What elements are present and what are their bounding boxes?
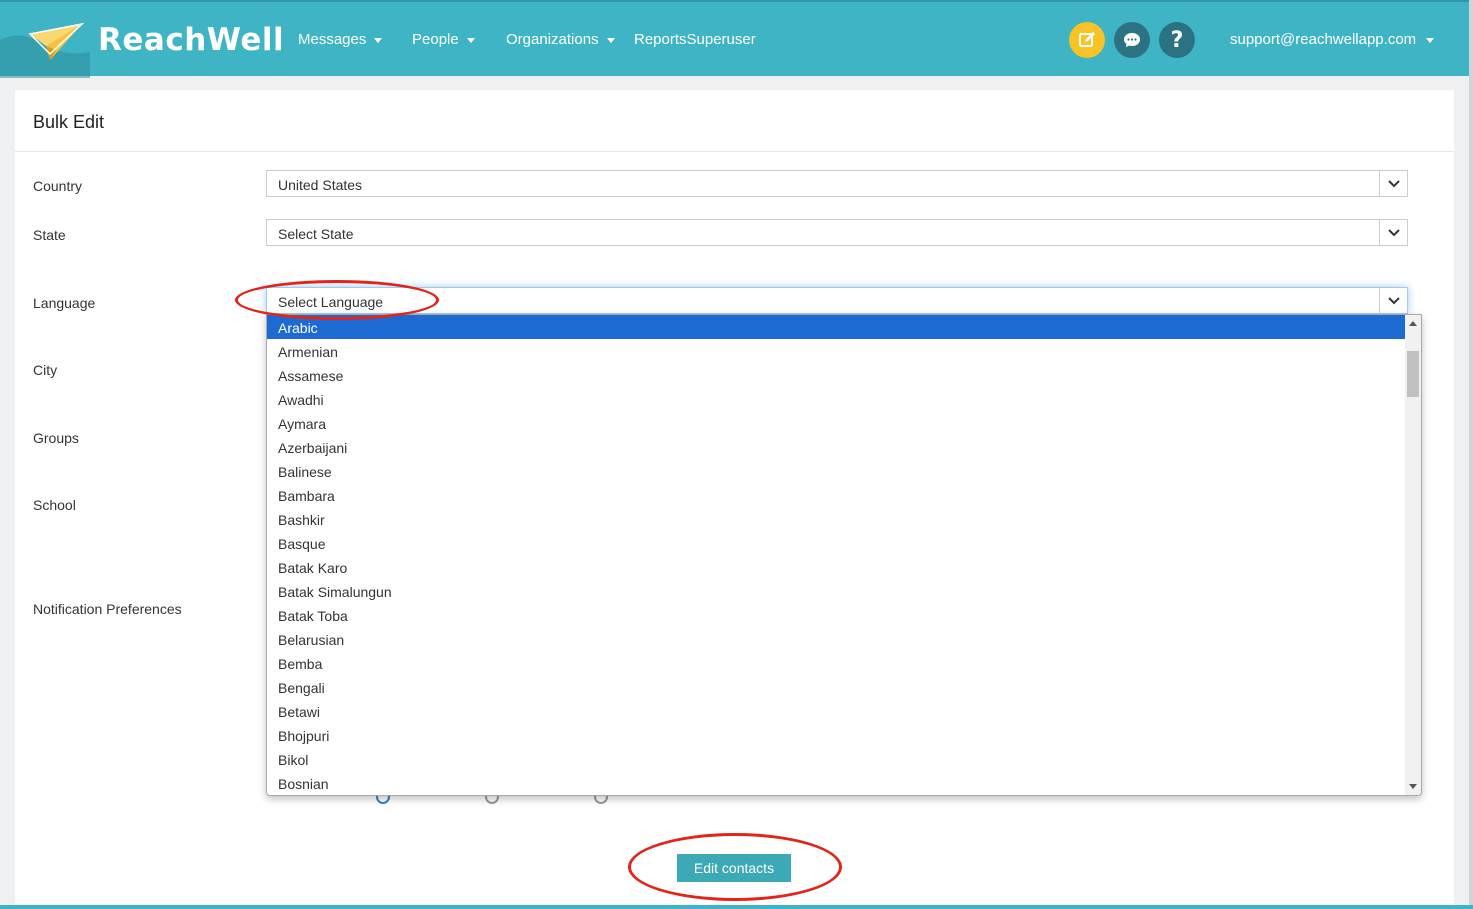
chevron-down-icon bbox=[374, 37, 383, 43]
language-option[interactable]: Assamese bbox=[267, 363, 1405, 387]
language-option[interactable]: Aymara bbox=[267, 411, 1405, 435]
user-menu[interactable]: support@reachwellapp.com bbox=[1230, 31, 1435, 48]
scroll-down-arrow-icon[interactable] bbox=[1409, 784, 1417, 789]
chevron-down-icon bbox=[1379, 288, 1407, 313]
groups-label: Groups bbox=[33, 430, 79, 446]
language-option[interactable]: Balinese bbox=[267, 459, 1405, 483]
window-edge bbox=[1469, 0, 1473, 909]
chat-button[interactable] bbox=[1114, 22, 1150, 58]
nav-messages[interactable]: Messages bbox=[298, 31, 383, 48]
language-option[interactable]: Bemba bbox=[267, 651, 1405, 675]
chevron-down-icon bbox=[1379, 220, 1407, 245]
nav-reports-superuser[interactable]: ReportsSuperuser bbox=[634, 31, 756, 48]
state-select[interactable]: Select State bbox=[266, 219, 1408, 246]
user-email: support@reachwellapp.com bbox=[1230, 31, 1417, 48]
scroll-up-arrow-icon[interactable] bbox=[1409, 321, 1417, 326]
chevron-down-icon bbox=[1379, 171, 1407, 196]
chevron-down-icon bbox=[606, 37, 615, 43]
country-label: Country bbox=[33, 178, 83, 194]
country-select-value: United States bbox=[278, 177, 363, 193]
language-option[interactable]: Awadhi bbox=[267, 387, 1405, 411]
nav-organizations-label: Organizations bbox=[506, 31, 599, 48]
language-option[interactable]: Bosnian bbox=[267, 771, 1405, 795]
annotation-ellipse bbox=[628, 833, 842, 901]
window-bottom-edge bbox=[0, 905, 1473, 909]
chat-icon bbox=[1124, 33, 1140, 47]
language-option[interactable]: Betawi bbox=[267, 699, 1405, 723]
brand-name: ReachWell bbox=[98, 22, 285, 58]
language-option[interactable]: Basque bbox=[267, 531, 1405, 555]
language-option[interactable]: Bhojpuri bbox=[267, 723, 1405, 747]
chevron-down-icon bbox=[466, 37, 475, 43]
language-option[interactable]: Batak Karo bbox=[267, 555, 1405, 579]
language-option[interactable]: Azerbaijani bbox=[267, 435, 1405, 459]
notification-preferences-label: Notification Preferences bbox=[33, 601, 182, 617]
logo[interactable]: ReachWell bbox=[0, 2, 284, 78]
language-option[interactable]: Belarusian bbox=[267, 627, 1405, 651]
nav-people-label: People bbox=[412, 31, 459, 48]
language-option[interactable]: Batak Simalungun bbox=[267, 579, 1405, 603]
help-button[interactable]: ? bbox=[1159, 22, 1195, 58]
compose-icon bbox=[1079, 32, 1095, 47]
language-option[interactable]: Armenian bbox=[267, 339, 1405, 363]
nav-messages-label: Messages bbox=[298, 31, 367, 48]
language-option[interactable]: Bashkir bbox=[267, 507, 1405, 531]
dropdown-scrollbar[interactable] bbox=[1405, 315, 1421, 795]
divider bbox=[15, 151, 1454, 152]
page-title: Bulk Edit bbox=[33, 112, 105, 132]
city-label: City bbox=[33, 362, 58, 378]
annotation-ellipse bbox=[235, 280, 439, 320]
nav-people[interactable]: People bbox=[412, 31, 475, 48]
language-label: Language bbox=[33, 295, 96, 311]
state-label: State bbox=[33, 227, 66, 243]
compose-button[interactable] bbox=[1069, 22, 1105, 58]
top-nav-bar: ReachWell Messages People Organizations … bbox=[0, 0, 1473, 78]
language-option[interactable]: Bikol bbox=[267, 747, 1405, 771]
language-option[interactable]: Batak Toba bbox=[267, 603, 1405, 627]
chevron-down-icon bbox=[1426, 37, 1435, 43]
state-select-value: Select State bbox=[278, 226, 354, 242]
language-option[interactable]: Bengali bbox=[267, 675, 1405, 699]
nav-reports-label: ReportsSuperuser bbox=[634, 31, 756, 48]
nav-organizations[interactable]: Organizations bbox=[506, 31, 615, 48]
help-icon: ? bbox=[1170, 27, 1184, 53]
language-option[interactable]: Bambara bbox=[267, 483, 1405, 507]
school-label: School bbox=[33, 497, 76, 513]
language-dropdown-list[interactable]: Arabic Armenian Assamese Awadhi Aymara A… bbox=[266, 314, 1422, 796]
language-option[interactable]: Arabic bbox=[267, 315, 1405, 339]
scroll-thumb[interactable] bbox=[1407, 351, 1419, 397]
country-select[interactable]: United States bbox=[266, 170, 1408, 197]
